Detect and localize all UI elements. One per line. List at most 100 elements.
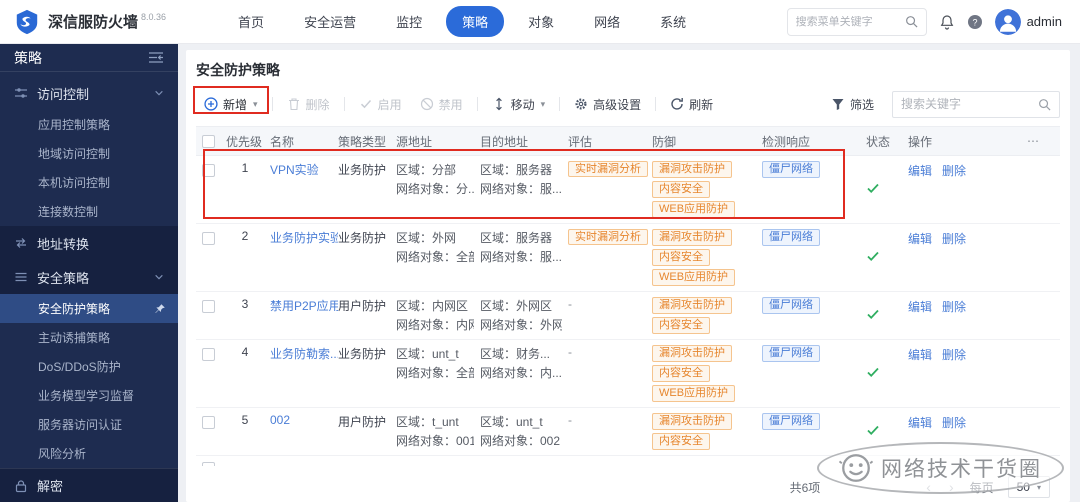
defense-tag: 漏洞攻击防护 (652, 345, 732, 363)
toolbar-divider (559, 97, 561, 111)
sidebar-item-label: 安全防护策略 (38, 302, 111, 316)
sidebar-item[interactable]: 服务器访问认证 (0, 410, 178, 439)
search-icon[interactable] (905, 15, 918, 28)
username[interactable]: admin (1027, 14, 1062, 29)
defense-tag: 内容安全 (652, 365, 710, 383)
sidebar-item[interactable]: 风险分析 (0, 439, 178, 468)
more-columns-icon[interactable]: ⋯ (1027, 134, 1040, 148)
select-all-checkbox[interactable] (201, 134, 215, 148)
brand-name: 深信服防火墙 (48, 14, 139, 31)
table-search-input[interactable] (901, 97, 1038, 111)
sidebar-item-footer[interactable]: 解密 (0, 468, 178, 502)
address-line: 网络对象：001 (396, 433, 474, 448)
sidebar-item[interactable]: 本机访问控制 (0, 168, 178, 197)
edit-link[interactable]: 编辑 (908, 164, 932, 178)
check-icon (866, 249, 880, 263)
sidebar-item[interactable]: 主动诱捕策略 (0, 323, 178, 352)
sidebar-title: 策略 (14, 49, 42, 66)
empty-value: - (568, 297, 572, 311)
sidebar-group[interactable]: 访问控制 (0, 76, 178, 110)
move-button[interactable]: 移动 ▾ (484, 92, 554, 117)
toolbar-divider (476, 97, 478, 111)
edit-link[interactable]: 编辑 (908, 416, 932, 430)
refresh-button[interactable]: 刷新 (662, 92, 721, 117)
policy-name-link[interactable]: 业务防勒索... (270, 345, 338, 362)
row-checkbox-cell (196, 229, 226, 245)
policy-name-link[interactable]: VPN实验 (270, 161, 338, 178)
check-icon (866, 181, 880, 195)
policy-name-link[interactable]: 禁用P2P应用 (270, 297, 338, 314)
gear-icon (574, 97, 588, 111)
row-checkbox[interactable] (201, 232, 215, 245)
delete-button[interactable]: 删除 (279, 92, 338, 117)
column-header: 名称 (270, 134, 295, 149)
policy-name-link[interactable]: 业务防护实验 (270, 229, 338, 246)
delete-link[interactable]: 删除 (942, 416, 966, 430)
nav-item-5[interactable]: 网络 (578, 6, 636, 37)
sidebar-item-label: 风险分析 (38, 447, 87, 461)
nav-item-4[interactable]: 对象 (512, 6, 570, 37)
address-line: 区域：unt_t (396, 347, 459, 362)
edit-link[interactable]: 编辑 (908, 300, 932, 314)
address-line: 网络对象：002 (480, 433, 561, 448)
edit-link[interactable]: 编辑 (908, 348, 932, 362)
avatar[interactable] (994, 8, 1021, 35)
user-menu[interactable]: admin (994, 8, 1062, 35)
policy-type-cell: 业务防护 (338, 347, 387, 362)
assess-tag: 实时漏洞分析 (568, 161, 648, 177)
row-checkbox[interactable] (201, 348, 215, 362)
advanced-settings-button[interactable]: 高级设置 (566, 92, 649, 117)
sidebar-item-label: 主动诱捕策略 (38, 331, 111, 345)
caret-down-icon: ▾ (253, 98, 258, 109)
caret-down-icon: ▾ (1036, 482, 1041, 492)
nav-item-6[interactable]: 系统 (644, 6, 702, 37)
detect-cell: 僵尸网络 (762, 345, 866, 363)
nat-icon (14, 236, 28, 250)
collapse-sidebar-icon[interactable] (148, 51, 164, 64)
ops-cell: 编辑 删除 (908, 345, 970, 363)
address-line: 网络对象：分... (396, 181, 474, 196)
detect-cell: 僵尸网络 (762, 413, 866, 431)
dest-address-cell: 区域：外网区 网络对象：外网 (480, 297, 568, 334)
delete-link[interactable]: 删除 (942, 300, 966, 314)
sidebar-item[interactable]: DoS/DDoS防护 (0, 352, 178, 381)
security-policy-icon (14, 270, 28, 284)
topbar-right: ? admin (786, 7, 1062, 36)
add-button[interactable]: 新增 ▾ (196, 92, 266, 117)
delete-link[interactable]: 删除 (942, 348, 966, 362)
enable-button[interactable]: 启用 (351, 92, 410, 117)
status-cell (866, 423, 908, 440)
row-checkbox[interactable] (201, 164, 215, 177)
sidebar-group[interactable]: 安全策略 (0, 260, 178, 294)
sidebar-item[interactable]: 连接数控制 (0, 197, 178, 226)
nav-item-0[interactable]: 首页 (222, 6, 280, 37)
plus-icon (204, 97, 218, 111)
row-checkbox[interactable] (201, 416, 215, 430)
row-checkbox[interactable] (201, 300, 215, 313)
ops-cell: 编辑 删除 (908, 161, 970, 179)
sidebar-item[interactable]: 应用控制策略 (0, 110, 178, 139)
filter-button[interactable]: 筛选 (823, 92, 882, 117)
menu-search[interactable] (786, 7, 927, 36)
policy-name-link[interactable]: 002 (270, 413, 338, 427)
defense-cell: 漏洞攻击防护 内容安全 (652, 413, 762, 451)
delete-link[interactable]: 删除 (942, 164, 966, 178)
sidebar-footer: 解密 (0, 468, 178, 502)
edit-link[interactable]: 编辑 (908, 232, 932, 246)
nav-item-1[interactable]: 安全运营 (288, 6, 372, 37)
table-search[interactable] (892, 90, 1060, 118)
nav-item-3[interactable]: 策略 (446, 6, 505, 37)
delete-link[interactable]: 删除 (942, 232, 966, 246)
detect-tag: 僵尸网络 (762, 345, 820, 363)
help-icon[interactable]: ? (967, 14, 983, 30)
sidebar-group[interactable]: 地址转换 (0, 226, 178, 260)
notifications-bell-icon[interactable] (939, 14, 955, 30)
disable-button[interactable]: 禁用 (412, 92, 471, 117)
menu-search-input[interactable] (795, 15, 905, 28)
check-icon (866, 365, 880, 379)
sidebar-item[interactable]: 业务模型学习监督 (0, 381, 178, 410)
sidebar-item[interactable]: 地域访问控制 (0, 139, 178, 168)
nav-item-2[interactable]: 监控 (380, 6, 438, 37)
search-icon[interactable] (1038, 98, 1051, 111)
sidebar-item[interactable]: 安全防护策略 (0, 294, 178, 323)
